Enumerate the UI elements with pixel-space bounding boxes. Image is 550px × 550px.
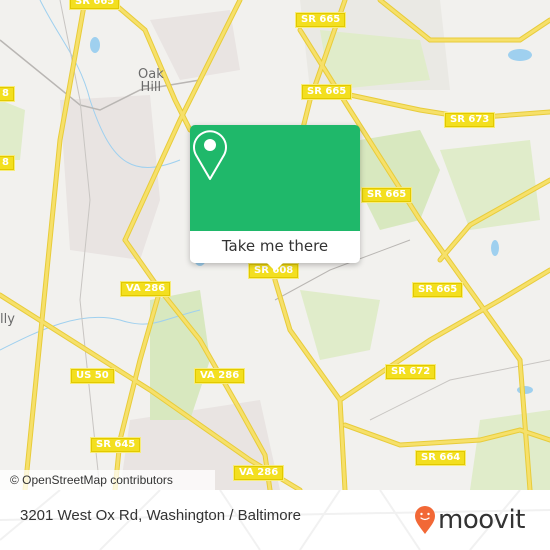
map-attribution[interactable]: © OpenStreetMap contributors [0,470,215,490]
water-body [491,240,499,256]
water-body [90,37,100,53]
place-label-chantilly: lly [0,312,15,327]
urban-area [60,95,160,260]
road-shield: VA 286 [233,465,285,481]
road-shield: SR 664 [415,450,467,466]
road-shield: SR 645 [90,437,142,453]
location-popup: Take me there [190,125,360,271]
park-area [150,290,210,420]
place-label-oak-hill: Oak Hill [138,68,164,94]
park-area [0,100,25,160]
address-text: 3201 West Ox Rd, Washington / Baltimore [20,507,301,524]
road-shield: US 50 [70,368,115,384]
take-me-there-button[interactable]: Take me there [190,231,360,263]
road-shield: 8 [0,86,15,102]
road-shield: VA 286 [120,281,172,297]
road-shield: SR 665 [301,84,353,100]
park-area [470,410,550,490]
road-shield: SR 672 [385,364,437,380]
road-shield: SR 673 [444,112,496,128]
road-shield: SR 665 [361,187,413,203]
moovit-logo[interactable]: moovit [414,505,525,535]
road-shield: SR 665 [69,0,121,10]
popup-pointer [267,263,283,271]
road-shield: SR 665 [295,12,347,28]
water-body [508,49,532,61]
moovit-pin-icon [415,506,435,534]
road-shield: 8 [0,155,15,171]
brand-name: moovit [438,505,525,535]
map-pin-icon [193,130,227,180]
map[interactable]: Oak Hill lly SR 665 SR 665 SR 665 SR 673… [0,0,550,490]
road-shield: VA 286 [194,368,246,384]
popup-header [190,125,360,231]
road-shield: SR 665 [412,282,464,298]
park-area [300,290,380,360]
place-label-text: Oak Hill [138,67,164,95]
